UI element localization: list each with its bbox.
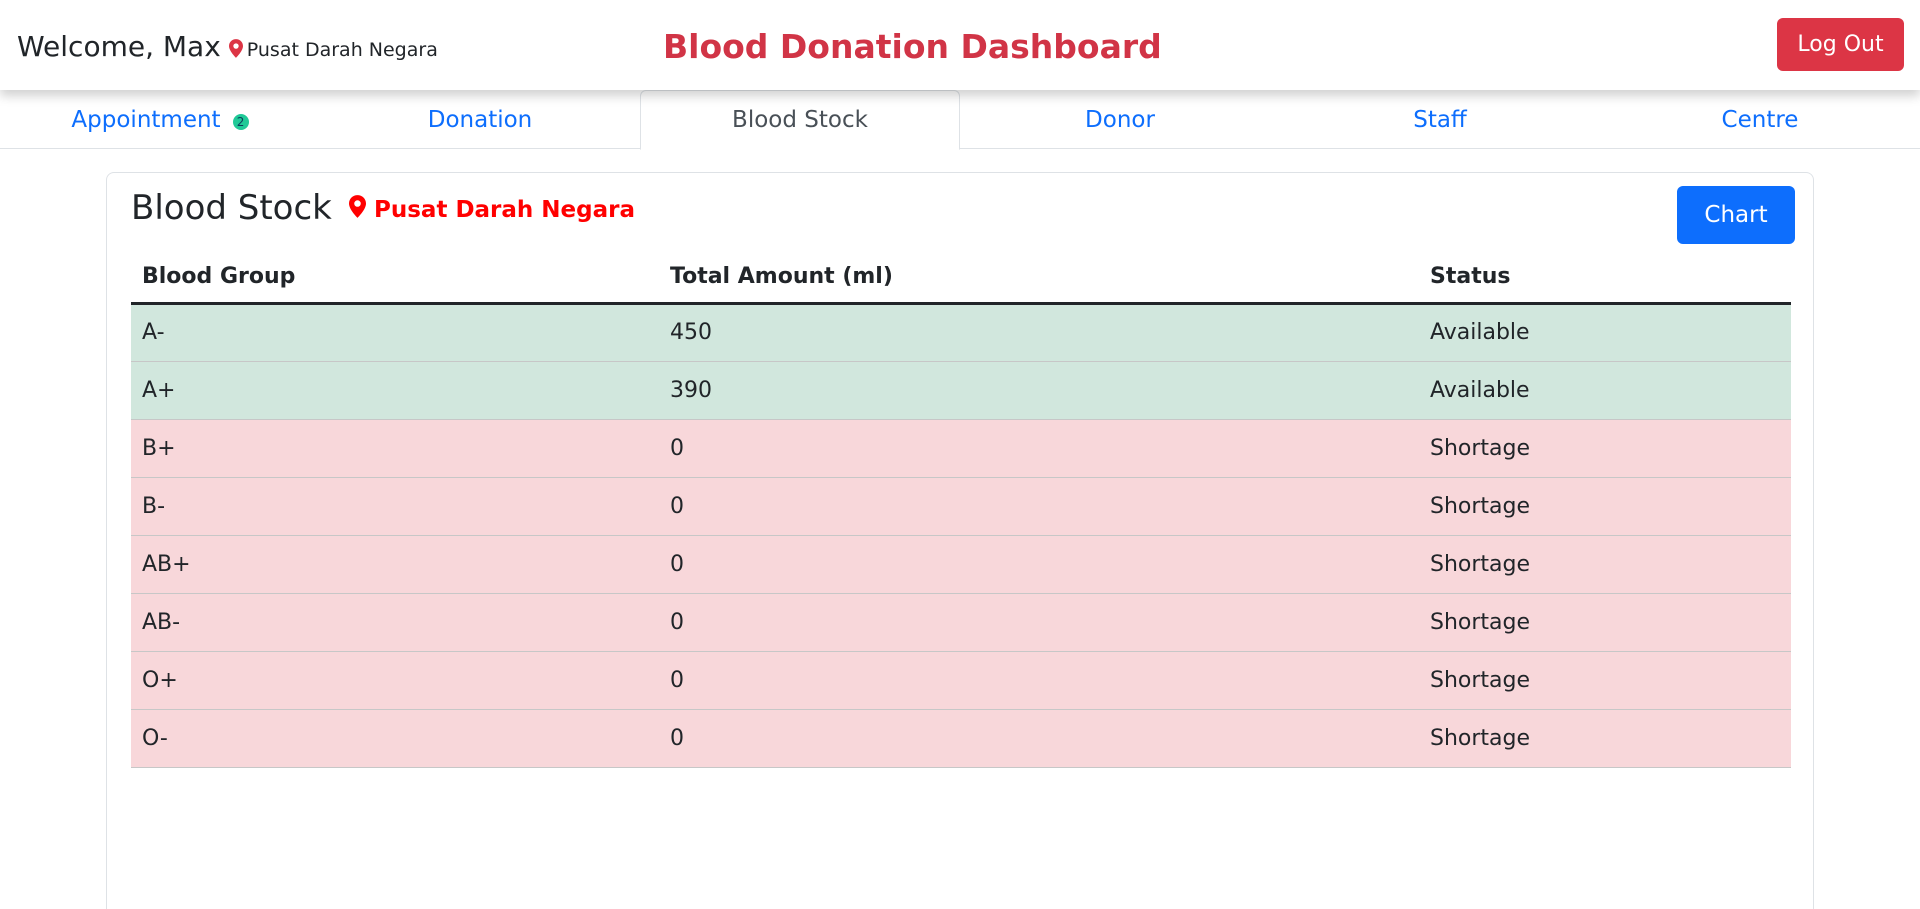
table-row: A+ 390 Available (131, 361, 1791, 420)
amount-cell: 390 (659, 361, 1419, 420)
welcome-area: Welcome, Max Pusat Darah Negara (17, 30, 438, 67)
status-cell: Shortage (1419, 651, 1791, 710)
blood-stock-table: Blood Group Total Amount (ml) Status A- … (131, 252, 1791, 768)
table-row: A- 450 Available (131, 303, 1791, 362)
amount-cell: 0 (659, 593, 1419, 652)
table-header-row: Blood Group Total Amount (ml) Status (131, 252, 1791, 305)
tab-centre-label: Centre (1721, 106, 1799, 133)
tab-blood-stock[interactable]: Blood Stock (640, 90, 960, 150)
appointment-count-badge: 2 (232, 113, 249, 130)
tab-donor-label: Donor (1085, 106, 1155, 133)
blood-group-cell: A- (131, 303, 659, 362)
tab-donor[interactable]: Donor (960, 90, 1280, 149)
table-row: B+ 0 Shortage (131, 419, 1791, 478)
column-header-blood-group: Blood Group (131, 252, 659, 305)
blood-group-cell: AB+ (131, 535, 659, 594)
card-title: Blood Stock (131, 188, 332, 228)
card-location: Pusat Darah Negara (349, 195, 635, 224)
tab-donation-label: Donation (427, 106, 533, 133)
amount-cell: 0 (659, 419, 1419, 478)
blood-group-cell: A+ (131, 361, 659, 420)
blood-group-cell: B+ (131, 419, 659, 478)
blood-group-cell: O- (131, 709, 659, 768)
logout-button[interactable]: Log Out (1777, 18, 1904, 71)
tab-centre[interactable]: Centre (1600, 90, 1920, 149)
status-cell: Shortage (1419, 419, 1791, 478)
card-location-label: Pusat Darah Negara (374, 196, 635, 223)
amount-cell: 0 (659, 535, 1419, 594)
column-header-total-amount: Total Amount (ml) (659, 252, 1419, 305)
amount-cell: 450 (659, 303, 1419, 362)
tab-donation[interactable]: Donation (320, 90, 640, 149)
tab-appointment[interactable]: Appointment 2 (0, 90, 320, 149)
main-tabs: Appointment 2 Donation Blood Stock Donor… (0, 90, 1920, 150)
blood-group-cell: AB- (131, 593, 659, 652)
table-row: AB- 0 Shortage (131, 593, 1791, 652)
status-cell: Shortage (1419, 593, 1791, 652)
header-location: Pusat Darah Negara (228, 33, 438, 69)
status-cell: Available (1419, 303, 1791, 362)
tab-staff-label: Staff (1413, 106, 1467, 133)
column-header-status: Status (1419, 252, 1791, 305)
chart-button[interactable]: Chart (1677, 186, 1795, 244)
top-header: Welcome, Max Pusat Darah Negara Blood Do… (0, 0, 1920, 90)
blood-group-cell: B- (131, 477, 659, 536)
status-cell: Shortage (1419, 477, 1791, 536)
welcome-text: Welcome, Max (17, 30, 221, 63)
tab-staff[interactable]: Staff (1280, 90, 1600, 149)
amount-cell: 0 (659, 477, 1419, 536)
blood-group-cell: O+ (131, 651, 659, 710)
amount-cell: 0 (659, 709, 1419, 768)
table-row: AB+ 0 Shortage (131, 535, 1791, 594)
table-row: O+ 0 Shortage (131, 651, 1791, 710)
status-cell: Available (1419, 361, 1791, 420)
map-pin-icon (228, 35, 243, 69)
status-cell: Shortage (1419, 535, 1791, 594)
status-cell: Shortage (1419, 709, 1791, 768)
amount-cell: 0 (659, 651, 1419, 710)
header-location-label: Pusat Darah Negara (246, 39, 438, 61)
tab-blood-stock-label: Blood Stock (732, 107, 868, 133)
dashboard-title: Blood Donation Dashboard (663, 27, 1162, 66)
map-pin-icon (349, 195, 366, 224)
table-row: B- 0 Shortage (131, 477, 1791, 536)
tab-appointment-label: Appointment (71, 106, 221, 133)
blood-stock-card: Blood Stock Pusat Darah Negara Chart Blo… (106, 172, 1814, 909)
table-row: O- 0 Shortage (131, 709, 1791, 768)
